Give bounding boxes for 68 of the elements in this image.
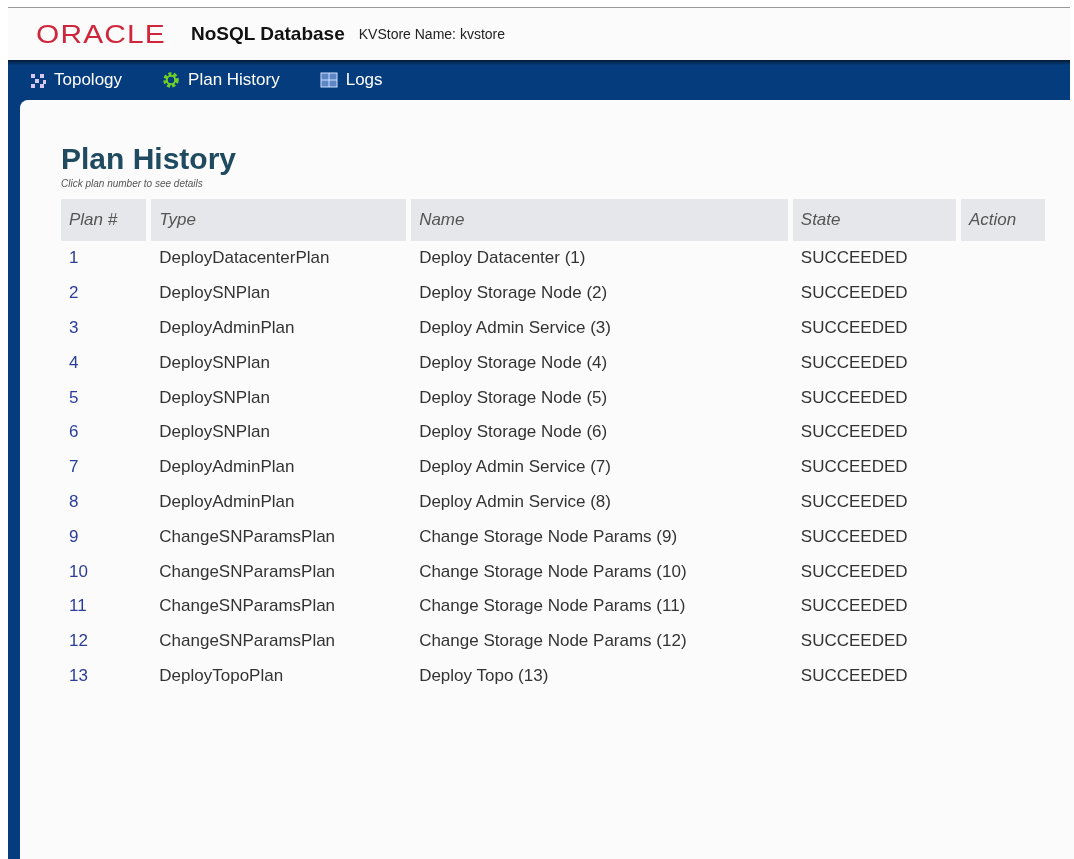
table-cell-text: DeployAdminPlan — [158, 317, 296, 339]
column-header: State — [792, 199, 956, 241]
table-cell-text: DeploySNPlan — [158, 421, 271, 444]
table-cell-text: SUCCEEDED — [799, 664, 909, 687]
table-cell-text: Deploy Storage Node (6) — [418, 421, 609, 444]
plan-link[interactable]: 4 — [69, 352, 79, 372]
table-cell-text: ChangeSNParamsPlan — [158, 630, 337, 653]
table-cell-text: Change Storage Node Params (11) — [418, 595, 687, 618]
hint-text: Click plan number to see details — [61, 178, 204, 189]
table-cell-text: SUCCEEDED — [799, 282, 909, 305]
table-cell-text: SUCCEEDED — [799, 421, 909, 444]
table-cell-text: Deploy Storage Node (5) — [418, 386, 609, 409]
table-cell-text: Deploy Storage Node (2) — [418, 282, 609, 305]
plan-link[interactable]: 6 — [69, 422, 79, 442]
table-cell-text: ChangeSNParamsPlan — [158, 560, 337, 583]
table-cell-text: SUCCEEDED — [799, 386, 909, 409]
table-cell-text: Deploy Admin Service (3) — [418, 317, 612, 339]
table-cell-text: Deploy Datacenter (1) — [418, 247, 587, 270]
network-icon — [28, 71, 46, 89]
plan-link[interactable]: 10 — [69, 561, 88, 581]
table-cell-text: SUCCEEDED — [799, 630, 909, 653]
table-cell-text: Deploy Topo (13) — [418, 664, 550, 687]
gear-icon — [162, 71, 181, 89]
column-header: Name — [411, 199, 788, 241]
logo: ORACLE — [36, 18, 166, 50]
column-header: Plan # — [61, 199, 147, 241]
table-cell-text: Change Storage Node Params (9) — [418, 525, 679, 548]
plan-link[interactable]: 5 — [69, 387, 79, 407]
column-header: Type — [151, 199, 407, 241]
table-cell-text: SUCCEEDED — [799, 595, 909, 618]
table-cell-text: SUCCEEDED — [799, 560, 909, 583]
table-cell-text: Change Storage Node Params (10) — [418, 560, 688, 583]
plan-link[interactable]: 9 — [69, 526, 79, 546]
table-cell-text: SUCCEEDED — [799, 490, 909, 513]
page-title: Plan History — [61, 142, 238, 176]
table-cell-text: DeployDatacenterPlan — [158, 247, 331, 270]
table-cell-text: SUCCEEDED — [799, 351, 909, 374]
plan-link[interactable]: 1 — [69, 248, 79, 268]
table-cell-text: Deploy Storage Node (4) — [418, 351, 609, 374]
table-cell-text: DeployAdminPlan — [158, 490, 296, 513]
table-cell-text: SUCCEEDED — [799, 456, 909, 479]
plan-link[interactable]: 3 — [69, 318, 79, 337]
table-cell-text: DeployTopoPlan — [158, 664, 285, 687]
table-cell-text: Deploy Admin Service (7) — [418, 456, 612, 479]
plan-link[interactable]: 8 — [69, 491, 79, 511]
table-cell-text: DeploySNPlan — [158, 282, 271, 305]
table-cell-text: DeploySNPlan — [158, 386, 271, 409]
product-name: NoSQL Database — [190, 23, 345, 45]
table-cell-text: SUCCEEDED — [799, 247, 909, 270]
plan-link[interactable]: 13 — [69, 665, 88, 685]
column-header: Action — [960, 199, 1045, 241]
nav-link[interactable]: Topology — [28, 70, 123, 90]
table-cell-text: DeploySNPlan — [158, 351, 271, 374]
store-name: KVStore Name: kvstore — [358, 26, 505, 42]
table-cell-text: SUCCEEDED — [799, 317, 909, 339]
plan-link[interactable]: 2 — [69, 283, 79, 303]
plan-link[interactable]: 12 — [69, 631, 88, 651]
plan-link[interactable]: 7 — [69, 457, 79, 477]
nav-link[interactable]: Plan History — [162, 70, 280, 90]
table-cell-text: SUCCEEDED — [799, 525, 909, 548]
plan-link[interactable]: 11 — [69, 596, 87, 616]
table-cell-text: Deploy Admin Service (8) — [418, 490, 612, 513]
table-cell-text: Change Storage Node Params (12) — [418, 630, 688, 653]
grid-icon — [319, 72, 338, 88]
table-cell-text: ChangeSNParamsPlan — [158, 595, 337, 618]
table-cell-text: ChangeSNParamsPlan — [158, 525, 337, 548]
table-cell-text: DeployAdminPlan — [158, 456, 296, 479]
nav-link[interactable]: Logs — [319, 70, 383, 90]
